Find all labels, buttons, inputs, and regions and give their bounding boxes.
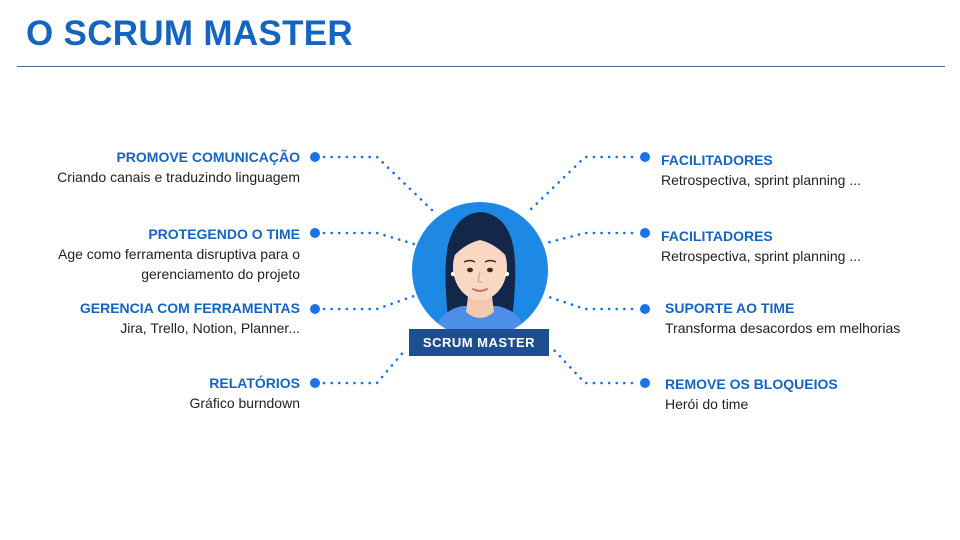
scrum-master-badge: SCRUM MASTER: [409, 329, 549, 356]
left-item-reports: RELATÓRIOS Gráfico burndown: [189, 373, 300, 413]
left-item-communication: PROMOVE COMUNICAÇÃO Criando canais e tra…: [57, 147, 300, 187]
connector-left-3: [322, 294, 416, 311]
item-title: PROTEGENDO O TIME: [148, 226, 300, 242]
woman-avatar-icon: [410, 200, 550, 340]
item-title: RELATÓRIOS: [209, 375, 300, 391]
item-description: Herói do time: [665, 396, 749, 412]
item-description: Age como ferramenta disruptiva para o: [57, 246, 300, 262]
item-title: REMOVE OS BLOQUEIOS: [665, 376, 838, 392]
right-item-remove-blockers: REMOVE OS BLOQUEIOS Herói do time: [665, 374, 838, 414]
dot-icon: [640, 228, 650, 238]
item-description: Gráfico burndown: [189, 395, 300, 411]
dot-icon: [310, 228, 320, 238]
item-description: Criando canais e traduzindo linguagem: [57, 169, 300, 185]
right-item-team-support: SUPORTE AO TIME Transforma desacordos em…: [665, 298, 900, 338]
right-item-facilitators-1: FACILITADORES Retrospectiva, sprint plan…: [661, 150, 861, 190]
item-description: gerenciamento do projeto: [141, 266, 300, 282]
connector-right-3: [544, 294, 634, 311]
item-title: GERENCIA COM FERRAMENTAS: [79, 300, 300, 316]
item-description: Jira, Trello, Notion, Planner...: [120, 320, 300, 336]
item-description: Retrospectiva, sprint planning ...: [661, 248, 861, 264]
dot-icon: [310, 152, 320, 162]
item-description: Retrospectiva, sprint planning ...: [661, 172, 861, 188]
item-title: FACILITADORES: [661, 152, 773, 168]
right-item-facilitators-2: FACILITADORES Retrospectiva, sprint plan…: [661, 226, 861, 266]
dot-icon: [310, 304, 320, 314]
left-item-protect-team: PROTEGENDO O TIME Age como ferramenta di…: [58, 224, 300, 284]
dot-icon: [640, 304, 650, 314]
left-item-tools: GERENCIA COM FERRAMENTAS Jira, Trello, N…: [80, 298, 300, 338]
item-title: FACILITADORES: [661, 228, 773, 244]
dot-icon: [640, 378, 650, 388]
item-description: Transforma desacordos em melhorias: [665, 320, 901, 336]
connector-left-4: [322, 348, 407, 385]
connector-left-2: [322, 231, 416, 246]
connector-right-2: [544, 231, 634, 245]
connector-right-4: [552, 348, 634, 385]
dot-icon: [640, 152, 650, 162]
item-title: SUPORTE AO TIME: [665, 300, 795, 316]
item-title: PROMOVE COMUNICAÇÃO: [116, 149, 300, 165]
dot-icon: [310, 378, 320, 388]
